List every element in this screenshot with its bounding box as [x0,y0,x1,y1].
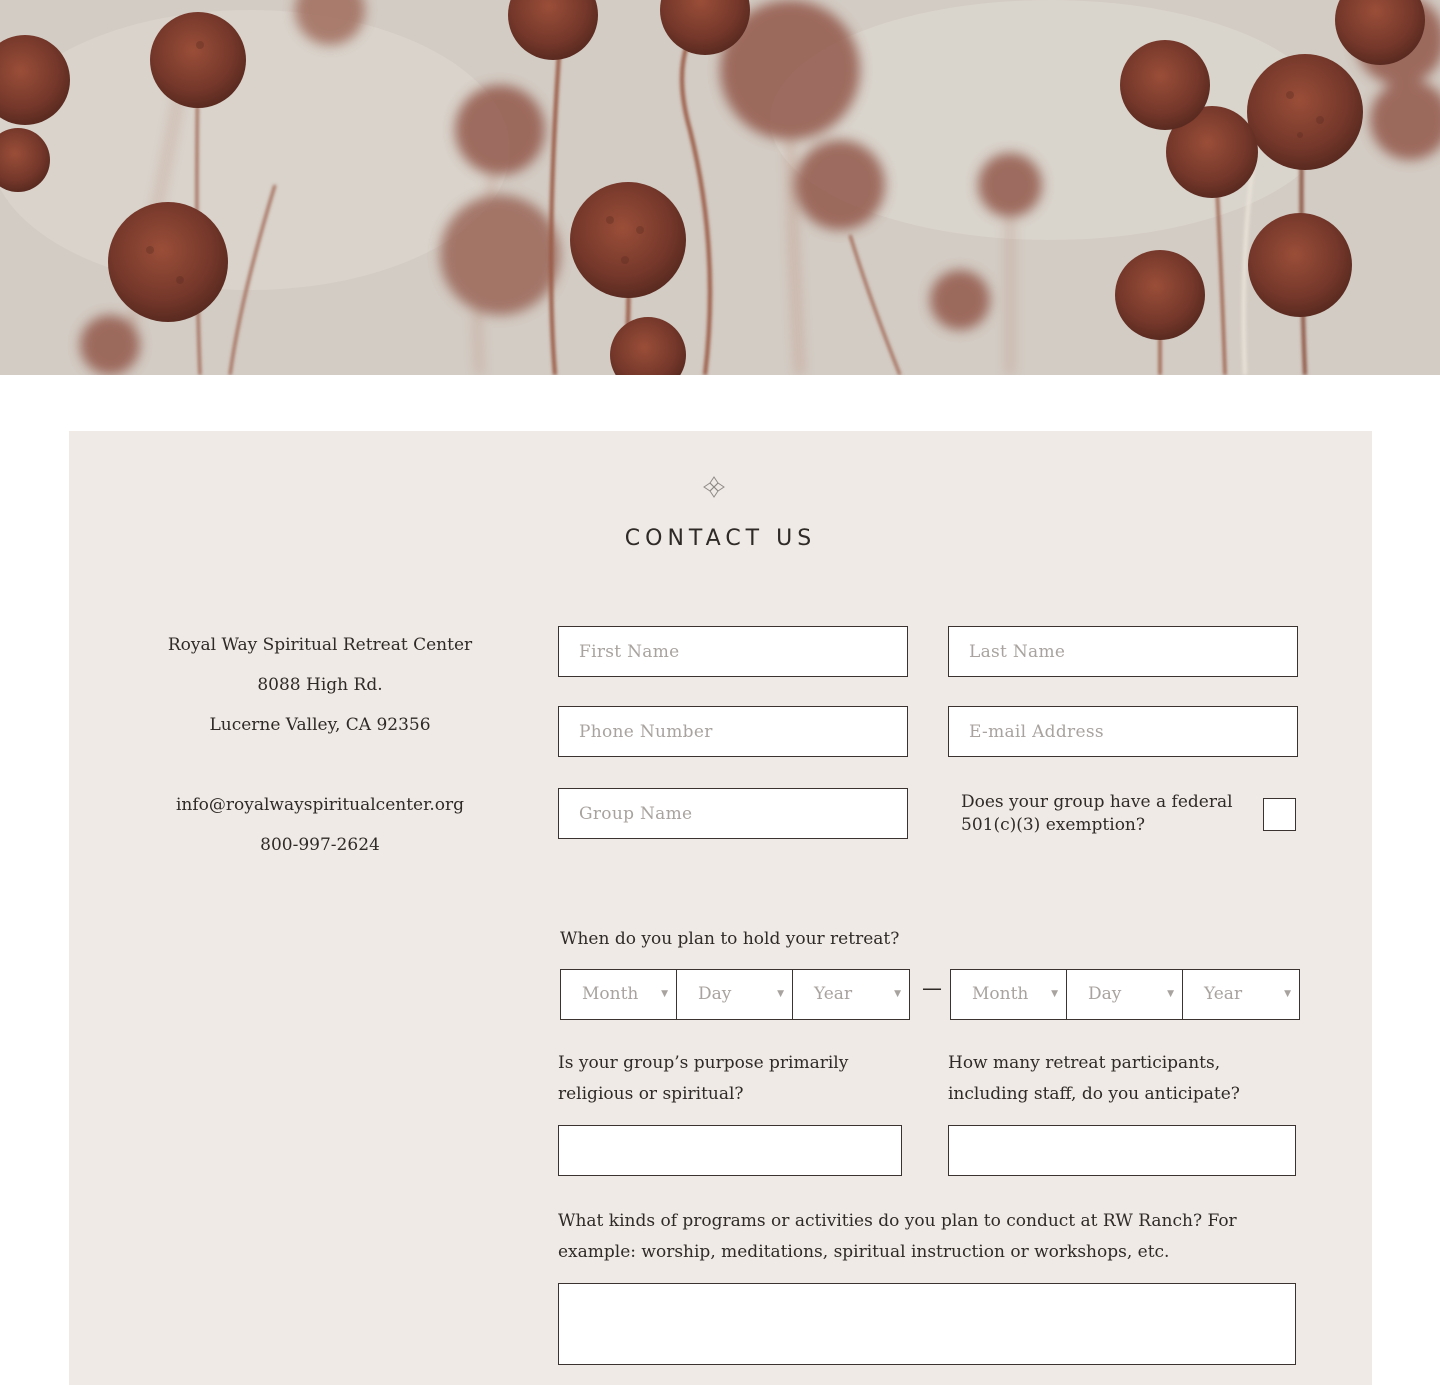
ornament-icon [703,476,725,498]
street-address: 8088 High Rd. [257,675,383,695]
chevron-down-icon: ▼ [777,989,784,999]
end-month-select[interactable]: Month ▼ [951,970,1067,1019]
participants-input[interactable] [948,1125,1296,1176]
chevron-down-icon: ▼ [1167,989,1174,999]
exemption-checkbox[interactable] [1263,798,1296,831]
participants-question-label: How many retreat participants, including… [948,1053,1240,1104]
address-block: Royal Way Spiritual Retreat Center 8088 … [130,625,510,745]
chevron-down-icon: ▼ [661,989,668,999]
end-year-value: Year [1204,984,1243,1004]
contact-phone: 800-997-2624 [260,835,380,855]
programs-textarea[interactable] [558,1283,1296,1365]
org-name: Royal Way Spiritual Retreat Center [167,635,473,655]
date-separator: — [922,976,942,1000]
retreat-date-label: When do you plan to hold your retreat? [560,929,900,949]
contact-panel: CONTACT US Royal Way Spiritual Retreat C… [69,431,1372,1385]
end-day-select[interactable]: Day ▼ [1067,970,1183,1019]
chevron-down-icon: ▼ [1284,989,1291,999]
contact-info-block: info@royalwayspiritualcenter.org 800-997… [130,785,510,865]
programs-question-label: What kinds of programs or activities do … [558,1211,1237,1262]
start-year-select[interactable]: Year ▼ [793,970,909,1019]
contact-email: info@royalwayspiritualcenter.org [175,795,465,815]
page-title: CONTACT US [624,526,817,551]
start-day-select[interactable]: Day ▼ [677,970,793,1019]
start-date-group: Month ▼ Day ▼ Year ▼ [560,969,910,1020]
start-month-value: Month [582,984,639,1004]
end-month-value: Month [972,984,1029,1004]
city-line: Lucerne Valley, CA 92356 [209,715,431,735]
end-year-select[interactable]: Year ▼ [1183,970,1299,1019]
phone-number-input[interactable] [558,706,908,757]
email-address-input[interactable] [948,706,1298,757]
dried-flowers-photo [0,0,1440,375]
purpose-input[interactable] [558,1125,902,1176]
purpose-question-label: Is your group’s purpose primarily religi… [558,1053,849,1104]
start-day-value: Day [698,984,732,1004]
first-name-input[interactable] [558,626,908,677]
start-month-select[interactable]: Month ▼ [561,970,677,1019]
end-day-value: Day [1088,984,1122,1004]
chevron-down-icon: ▼ [894,989,901,999]
group-name-input[interactable] [558,788,908,839]
last-name-input[interactable] [948,626,1298,677]
chevron-down-icon: ▼ [1051,989,1058,999]
start-year-value: Year [814,984,853,1004]
hero-image [0,0,1440,375]
exemption-question-label: Does your group have a federal 501(c)(3)… [961,792,1233,835]
end-date-group: Month ▼ Day ▼ Year ▼ [950,969,1300,1020]
